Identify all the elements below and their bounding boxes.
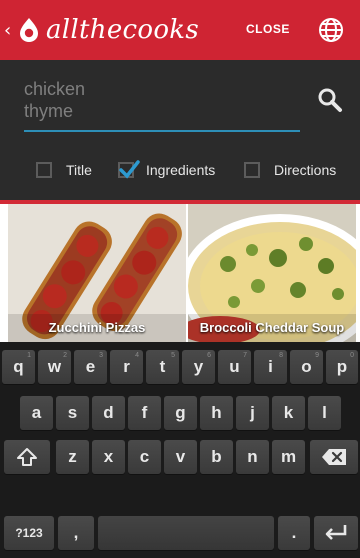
key-h[interactable]: h bbox=[200, 396, 233, 430]
backspace-key[interactable] bbox=[310, 440, 358, 474]
back-chevron-icon[interactable]: ‹ bbox=[4, 20, 18, 41]
filter-title-label: Title bbox=[66, 162, 92, 178]
shift-key[interactable] bbox=[4, 440, 50, 474]
title-checkbox[interactable] bbox=[36, 162, 52, 178]
enter-key[interactable] bbox=[314, 516, 358, 550]
app-bar: ‹ allthecooks CLOSE bbox=[0, 0, 360, 60]
shift-icon bbox=[17, 448, 37, 466]
key-k[interactable]: k bbox=[272, 396, 305, 430]
key-z[interactable]: z bbox=[56, 440, 89, 474]
filter-directions-label: Directions bbox=[274, 162, 337, 178]
space-key[interactable] bbox=[98, 516, 274, 550]
period-key[interactable]: . bbox=[278, 516, 310, 550]
key-g[interactable]: g bbox=[164, 396, 197, 430]
recipe-card[interactable]: Zucchini Pizzas bbox=[8, 204, 186, 342]
globe-icon[interactable] bbox=[318, 17, 344, 43]
recipe-card[interactable]: Broccoli Cheddar Soup bbox=[188, 204, 356, 342]
key-c[interactable]: c bbox=[128, 440, 161, 474]
search-input[interactable]: chicken thyme bbox=[24, 76, 300, 132]
search-filters: Title Ingredients Directions bbox=[0, 156, 360, 184]
key-m[interactable]: m bbox=[272, 440, 305, 474]
ingredients-checkbox[interactable] bbox=[118, 160, 140, 179]
key-d[interactable]: d bbox=[92, 396, 125, 430]
key-e[interactable]: 3e bbox=[74, 350, 107, 384]
checkmark-icon bbox=[119, 160, 140, 179]
on-screen-keyboard: 1q 2w 3e 4r 5t 6y 7u 8i 9o 0p a s d f g … bbox=[0, 342, 360, 558]
key-b[interactable]: b bbox=[200, 440, 233, 474]
close-button[interactable]: CLOSE bbox=[246, 22, 290, 36]
search-icon[interactable] bbox=[316, 86, 344, 114]
key-t[interactable]: 5t bbox=[146, 350, 179, 384]
filter-directions[interactable]: Directions bbox=[244, 156, 336, 184]
key-f[interactable]: f bbox=[128, 396, 161, 430]
key-y[interactable]: 6y bbox=[182, 350, 215, 384]
enter-icon bbox=[325, 525, 347, 540]
key-v[interactable]: v bbox=[164, 440, 197, 474]
symbols-key[interactable]: ?123 bbox=[4, 516, 54, 550]
filter-ingredients-label: Ingredients bbox=[146, 162, 216, 178]
recipe-title: Zucchini Pizzas bbox=[8, 314, 186, 342]
key-q[interactable]: 1q bbox=[2, 350, 35, 384]
key-j[interactable]: j bbox=[236, 396, 269, 430]
backspace-icon bbox=[322, 449, 346, 465]
key-p[interactable]: 0p bbox=[326, 350, 358, 384]
key-r[interactable]: 4r bbox=[110, 350, 143, 384]
filter-ingredients[interactable]: Ingredients bbox=[118, 156, 215, 184]
directions-checkbox[interactable] bbox=[244, 162, 260, 178]
filter-title[interactable]: Title bbox=[36, 156, 92, 184]
app-brand-name: allthecooks bbox=[46, 15, 199, 45]
key-i[interactable]: 8i bbox=[254, 350, 287, 384]
app-logo-icon bbox=[18, 16, 40, 44]
search-panel: chicken thyme Title Ingredients Directio… bbox=[0, 60, 360, 200]
comma-key[interactable]: , bbox=[58, 516, 94, 550]
key-a[interactable]: a bbox=[20, 396, 53, 430]
key-o[interactable]: 9o bbox=[290, 350, 323, 384]
recipe-title: Broccoli Cheddar Soup bbox=[188, 314, 356, 342]
key-n[interactable]: n bbox=[236, 440, 269, 474]
recipe-grid: Zucchini Pizzas Broccoli Cheddar Soup bbox=[0, 204, 360, 342]
key-w[interactable]: 2w bbox=[38, 350, 71, 384]
key-l[interactable]: l bbox=[308, 396, 341, 430]
key-s[interactable]: s bbox=[56, 396, 89, 430]
key-u[interactable]: 7u bbox=[218, 350, 251, 384]
key-x[interactable]: x bbox=[92, 440, 125, 474]
